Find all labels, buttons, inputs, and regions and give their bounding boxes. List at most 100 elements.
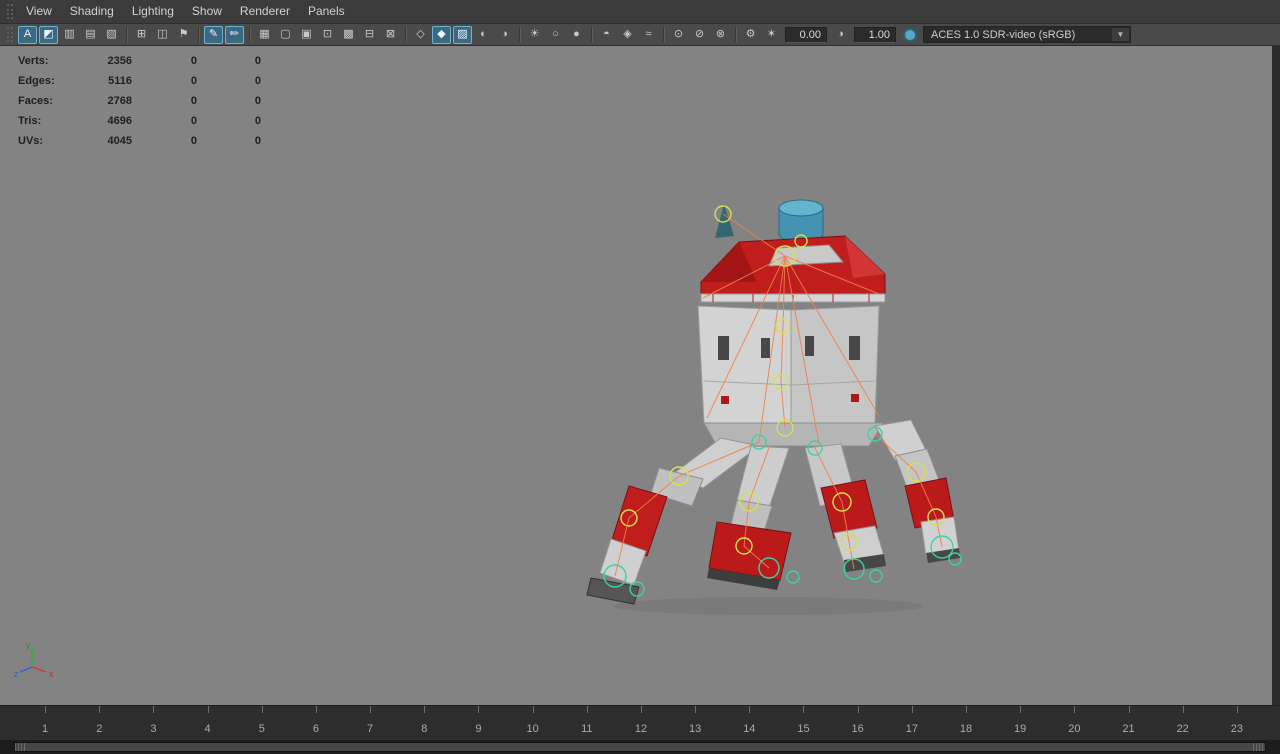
menu-item-renderer[interactable]: Renderer <box>231 0 299 24</box>
timeline-frame[interactable]: 4 <box>181 706 235 740</box>
x-ray-joints-icon[interactable]: ⊗ <box>711 26 730 44</box>
safe-action-icon[interactable]: ⊟ <box>360 26 379 44</box>
menu-item-show[interactable]: Show <box>183 0 231 24</box>
isolate-select-icon[interactable]: ⊙ <box>669 26 688 44</box>
gate-mask-icon[interactable]: ⊡ <box>318 26 337 44</box>
timeline-frame[interactable]: 21 <box>1101 706 1155 740</box>
color-management-icon[interactable] <box>903 28 917 42</box>
timeline-frame[interactable]: 18 <box>939 706 993 740</box>
timeline-frame-number: 20 <box>1068 723 1080 735</box>
time-slider[interactable]: 1234567891011121314151617181920212223 <box>0 705 1280 740</box>
gamma-field[interactable]: 1.00 <box>854 27 896 43</box>
timeline-frame[interactable]: 17 <box>885 706 939 740</box>
hud-row: Verts:235600 <box>18 51 261 71</box>
timeline-frame-number: 14 <box>743 723 755 735</box>
lighting-all-icon[interactable]: ☀ <box>525 26 544 44</box>
exposure-icon[interactable]: ✶ <box>762 26 781 44</box>
timeline-frame[interactable]: 1 <box>18 706 72 740</box>
toolbar-grip[interactable] <box>7 27 13 42</box>
lock-camera-icon[interactable]: ◩ <box>39 26 58 44</box>
timeline-frame[interactable]: 12 <box>614 706 668 740</box>
film-strip-icon[interactable]: ◫ <box>153 26 172 44</box>
anti-aliasing-icon[interactable]: ≈ <box>639 26 658 44</box>
x-ray-icon[interactable]: ⊘ <box>690 26 709 44</box>
panel-toolbar: A◩▥▤▧⊞◫⚑✎✏▦▢▣⊡▩⊟⊠◇◆▨◐◑☀○●◓◈≈⊙⊘⊗⚙✶ 0.00 ◑… <box>0 24 1280 46</box>
menu-item-lighting[interactable]: Lighting <box>123 0 183 24</box>
range-end-handle[interactable] <box>1253 743 1265 751</box>
timeline-frame-number: 13 <box>689 723 701 735</box>
view-transform-dropdown[interactable]: ACES 1.0 SDR-video (sRGB) ▼ <box>923 26 1131 43</box>
viewport-3d[interactable]: Verts:235600Edges:511600Faces:276800Tris… <box>0 46 1280 705</box>
image-plane-icon[interactable]: ▧ <box>102 26 121 44</box>
film-gate-icon[interactable]: ▢ <box>276 26 295 44</box>
hud-row: Edges:511600 <box>18 71 261 91</box>
timeline-tick <box>533 706 534 713</box>
timeline-tick <box>1237 706 1238 713</box>
timeline-frame-number: 18 <box>960 723 972 735</box>
timeline-frame[interactable]: 5 <box>235 706 289 740</box>
timeline-frame[interactable]: 2 <box>72 706 126 740</box>
timeline-frame[interactable]: 7 <box>343 706 397 740</box>
shadows-icon[interactable]: ● <box>567 26 586 44</box>
textured-icon[interactable]: ▨ <box>453 26 472 44</box>
timeline-frame-number: 4 <box>205 723 211 735</box>
timeline-tick <box>208 706 209 713</box>
robot-model[interactable] <box>553 186 983 626</box>
timeline-frame[interactable]: 23 <box>1210 706 1264 740</box>
exposure-value: 0.00 <box>800 29 821 41</box>
timeline-frame[interactable]: 14 <box>722 706 776 740</box>
grid-icon[interactable]: ▦ <box>255 26 274 44</box>
timeline-tick <box>803 706 804 713</box>
menubar-grip[interactable] <box>7 4 13 19</box>
field-chart-icon[interactable]: ▩ <box>339 26 358 44</box>
safe-title-icon[interactable]: ⊠ <box>381 26 400 44</box>
hud-value-col3: 0 <box>197 75 261 87</box>
screen-space-ao-icon[interactable]: ◓ <box>597 26 616 44</box>
timeline-frame[interactable]: 16 <box>831 706 885 740</box>
use-default-material-icon[interactable]: ◐ <box>474 26 493 44</box>
hud-value: 2356 <box>78 55 132 67</box>
select-camera-icon[interactable]: A <box>18 26 37 44</box>
wireframe-on-shaded-icon[interactable]: ◑ <box>495 26 514 44</box>
timeline-frame[interactable]: 3 <box>126 706 180 740</box>
timeline-frame-number: 2 <box>96 723 102 735</box>
timeline-frame[interactable]: 19 <box>993 706 1047 740</box>
toolbar-separator <box>126 27 127 42</box>
range-start-handle[interactable] <box>15 743 27 751</box>
timeline-frame[interactable]: 15 <box>776 706 830 740</box>
toolbar-separator <box>591 27 592 42</box>
timeline-frame[interactable]: 13 <box>668 706 722 740</box>
hud-value: 4045 <box>78 135 132 147</box>
hud-value: 2768 <box>78 95 132 107</box>
motion-blur-icon[interactable]: ◈ <box>618 26 637 44</box>
shaded-icon[interactable]: ◆ <box>432 26 451 44</box>
hud-label: UVs: <box>18 135 78 147</box>
grease-pencil-icon[interactable]: ✎ <box>204 26 223 44</box>
gamma-icon[interactable]: ◑ <box>831 26 850 44</box>
timeline-frame[interactable]: 8 <box>397 706 451 740</box>
bookmark-flag-icon[interactable]: ⚑ <box>174 26 193 44</box>
resolution-gate-icon[interactable]: ▣ <box>297 26 316 44</box>
timeline-frame[interactable]: 6 <box>289 706 343 740</box>
2d-pan-zoom-icon[interactable]: ⊞ <box>132 26 151 44</box>
menu-item-panels[interactable]: Panels <box>299 0 354 24</box>
lighting-default-icon[interactable]: ○ <box>546 26 565 44</box>
display-settings-gear-icon[interactable]: ⚙ <box>741 26 760 44</box>
timeline-frame[interactable]: 22 <box>1156 706 1210 740</box>
camera-attributes-icon[interactable]: ▥ <box>60 26 79 44</box>
menu-item-view[interactable]: View <box>17 0 61 24</box>
timeline-tick <box>641 706 642 713</box>
exposure-field[interactable]: 0.00 <box>785 27 827 43</box>
timeline-frame[interactable]: 10 <box>506 706 560 740</box>
timeline-frame[interactable]: 11 <box>560 706 614 740</box>
menu-item-shading[interactable]: Shading <box>61 0 123 24</box>
bookmarks-icon[interactable]: ▤ <box>81 26 100 44</box>
wireframe-icon[interactable]: ◇ <box>411 26 430 44</box>
timeline-frame-number: 5 <box>259 723 265 735</box>
range-slider-bar[interactable] <box>14 742 1266 752</box>
grease-marker-icon[interactable]: ✏ <box>225 26 244 44</box>
timeline-frame[interactable]: 20 <box>1047 706 1101 740</box>
range-slider <box>0 740 1280 754</box>
hud-label: Verts: <box>18 55 78 67</box>
timeline-frame[interactable]: 9 <box>451 706 505 740</box>
